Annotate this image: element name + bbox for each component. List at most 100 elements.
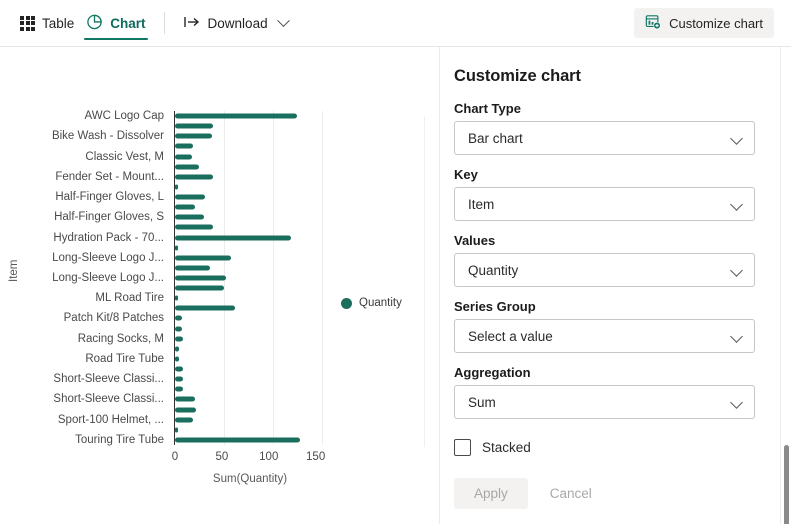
bar[interactable] bbox=[175, 184, 178, 190]
chevron-down-icon bbox=[730, 330, 743, 343]
bar[interactable] bbox=[175, 255, 232, 261]
select-values[interactable]: Quantity bbox=[454, 253, 755, 287]
grid-icon bbox=[20, 15, 35, 31]
chevron-down-icon bbox=[276, 13, 290, 27]
select-chart-type[interactable]: Bar chart bbox=[454, 121, 755, 155]
y-axis-tick-label: Racing Socks, M bbox=[77, 332, 164, 345]
tab-chart-label: Chart bbox=[110, 15, 146, 31]
toolbar-divider bbox=[163, 12, 165, 34]
bar-chart: Item AWC Logo Cap Bike Wash - Dissolver Cl… bbox=[0, 47, 425, 524]
bar[interactable] bbox=[175, 275, 226, 281]
legend-divider bbox=[424, 117, 425, 447]
app-root: Table Chart Download Customize chart Ite… bbox=[0, 0, 791, 524]
bar[interactable] bbox=[175, 113, 297, 119]
bar[interactable] bbox=[175, 386, 183, 392]
x-axis-tick-labels: 0 50 100 150 bbox=[0, 451, 340, 469]
legend-label-quantity: Quantity bbox=[359, 297, 402, 309]
tab-chart[interactable]: Chart bbox=[80, 0, 151, 46]
field-aggregation: Aggregation Sum bbox=[454, 365, 755, 419]
download-label: Download bbox=[207, 15, 268, 31]
bar[interactable] bbox=[175, 417, 193, 423]
select-series-group[interactable]: Select a value bbox=[454, 319, 755, 353]
download-button[interactable]: Download bbox=[177, 0, 294, 46]
bar[interactable] bbox=[175, 245, 178, 251]
bar[interactable] bbox=[175, 265, 210, 271]
select-key[interactable]: Item bbox=[454, 187, 755, 221]
label-series-group: Series Group bbox=[454, 299, 536, 314]
bar[interactable] bbox=[175, 143, 193, 149]
y-axis-tick-label: AWC Logo Cap bbox=[84, 110, 164, 123]
apply-button[interactable]: Apply bbox=[454, 478, 528, 509]
bar[interactable] bbox=[175, 336, 184, 342]
y-axis-tick-label: Touring Tire Tube bbox=[75, 433, 164, 446]
bar[interactable] bbox=[175, 305, 235, 311]
bar[interactable] bbox=[175, 366, 183, 372]
bar[interactable] bbox=[175, 123, 213, 129]
y-axis-tick-labels: AWC Logo Cap Bike Wash - Dissolver Classic… bbox=[18, 110, 168, 446]
bar[interactable] bbox=[175, 164, 200, 170]
chart-legend[interactable]: Quantity bbox=[341, 297, 402, 309]
customize-chart-button[interactable]: Customize chart bbox=[634, 8, 774, 38]
toolbar: Table Chart Download Customize chart bbox=[0, 0, 791, 47]
select-aggregation[interactable]: Sum bbox=[454, 385, 755, 419]
stacked-label: Stacked bbox=[482, 440, 531, 455]
bar[interactable] bbox=[175, 224, 213, 230]
bar[interactable] bbox=[175, 133, 212, 139]
bar[interactable] bbox=[175, 214, 205, 220]
panel-title: Customize chart bbox=[454, 67, 581, 85]
panel-actions: Apply Cancel bbox=[454, 478, 755, 509]
y-axis-tick-label: Fender Set - Mount... bbox=[55, 170, 164, 183]
bar[interactable] bbox=[175, 295, 178, 301]
y-axis-tick-label: Short-Sleeve Classi... bbox=[53, 373, 164, 386]
y-axis-tick-label: Bike Wash - Dissolver bbox=[51, 130, 164, 143]
chart-pane: Item AWC Logo Cap Bike Wash - Dissolver Cl… bbox=[0, 47, 440, 524]
stacked-checkbox-row[interactable]: Stacked bbox=[454, 439, 755, 456]
tab-active-indicator bbox=[84, 37, 148, 40]
tab-table[interactable]: Table bbox=[14, 0, 80, 46]
select-aggregation-value: Sum bbox=[468, 394, 496, 410]
cancel-button[interactable]: Cancel bbox=[538, 478, 604, 509]
scrollbar-thumb[interactable] bbox=[784, 445, 789, 524]
scrollbar-track[interactable] bbox=[781, 47, 791, 524]
select-key-value: Item bbox=[468, 196, 495, 212]
x-axis-tick-label: 50 bbox=[215, 451, 229, 463]
label-key: Key bbox=[454, 167, 478, 182]
x-axis-tick-label: 100 bbox=[259, 451, 279, 463]
pie-chart-icon bbox=[86, 13, 103, 33]
y-axis-tick-label: Road Tire Tube bbox=[85, 352, 164, 365]
bar[interactable] bbox=[175, 204, 195, 210]
select-values-value: Quantity bbox=[468, 262, 519, 278]
tab-table-label: Table bbox=[42, 15, 75, 31]
bar[interactable] bbox=[175, 235, 292, 240]
y-axis-tick-label: Hydration Pack - 70... bbox=[53, 231, 164, 244]
bar[interactable] bbox=[175, 396, 195, 402]
y-axis-tick-label: Classic Vest, M bbox=[85, 150, 164, 163]
bar[interactable] bbox=[175, 285, 224, 291]
field-key: Key Item bbox=[454, 167, 755, 221]
bar-series bbox=[175, 111, 325, 445]
chevron-down-icon bbox=[730, 264, 743, 277]
bar[interactable] bbox=[175, 326, 182, 332]
bar[interactable] bbox=[175, 194, 205, 200]
bar[interactable] bbox=[175, 154, 192, 160]
bar[interactable] bbox=[175, 427, 178, 433]
x-axis-title: Sum(Quantity) bbox=[212, 473, 288, 485]
field-chart-type: Chart Type Bar chart bbox=[454, 101, 755, 155]
bar[interactable] bbox=[175, 407, 196, 413]
stacked-checkbox[interactable] bbox=[454, 439, 471, 456]
bar[interactable] bbox=[175, 174, 213, 180]
x-axis-tick-label: 0 bbox=[171, 451, 179, 463]
bar[interactable] bbox=[175, 315, 182, 321]
bar[interactable] bbox=[175, 437, 300, 443]
label-aggregation: Aggregation bbox=[454, 365, 531, 380]
customize-chart-panel: Customize chart Chart Type Bar chart Key… bbox=[441, 47, 781, 524]
bar[interactable] bbox=[175, 356, 179, 362]
bar[interactable] bbox=[175, 376, 183, 382]
y-axis-tick-label: ML Road Tire bbox=[95, 292, 164, 305]
download-arrow-icon bbox=[183, 15, 201, 32]
field-values: Values Quantity bbox=[454, 233, 755, 287]
y-axis-tick-label: Long-Sleeve Logo J... bbox=[52, 251, 164, 264]
y-axis-tick-label: Half-Finger Gloves, S bbox=[54, 211, 164, 224]
bar[interactable] bbox=[175, 346, 179, 352]
chevron-down-icon bbox=[730, 198, 743, 211]
